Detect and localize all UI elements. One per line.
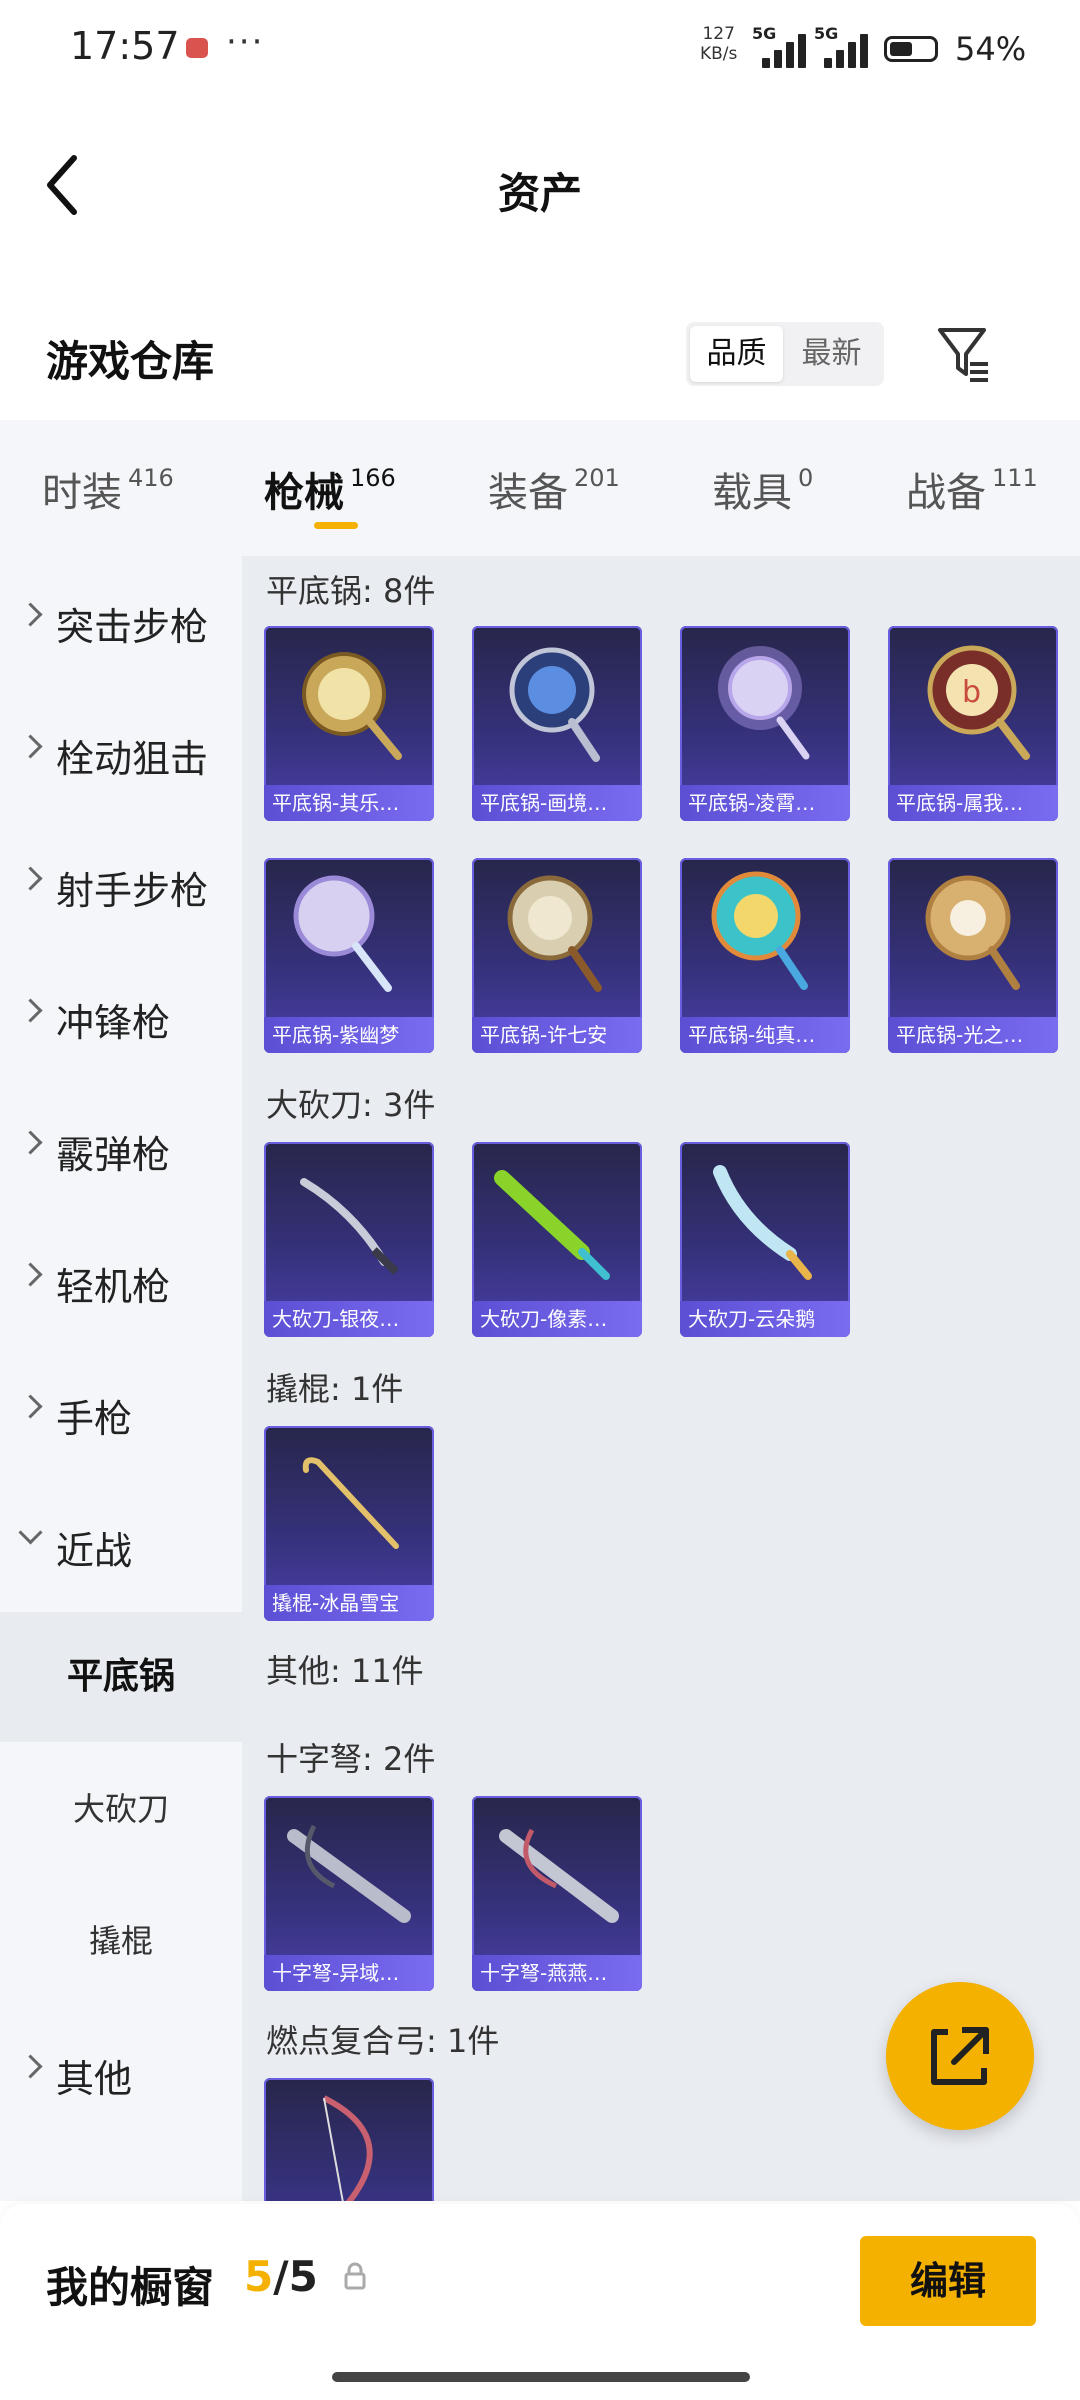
item-card[interactable]: 撬棍-冰晶雪宝 [264,1426,434,1621]
chevron-right-icon [18,734,43,759]
share-button[interactable] [886,1982,1034,2130]
tab-equipment[interactable]: 装备 201 [488,460,620,518]
tab-vehicles[interactable]: 载具 0 [712,460,813,518]
sidebar-item-marksman-rifle[interactable]: 射手步枪 [0,820,242,950]
item-card[interactable]: 平底锅-其乐… [264,626,434,821]
showcase-label: 我的橱窗 [46,2263,215,2312]
status-bar: 17:57 ··· 127 KB/s 5G 5G 54% [0,0,1080,96]
tab-battle-supplies[interactable]: 战备 111 [906,460,1038,518]
item-card[interactable]: 十字弩-异域… [264,1796,434,1991]
chevron-right-icon [18,2054,43,2079]
frying-pan-icon [302,652,402,760]
lock-icon [344,2262,366,2290]
item-card[interactable]: 大砍刀-银夜… [264,1142,434,1337]
item-grid: 平底锅: 8件 平底锅-其乐… 平底锅-画境… 平底锅-凌霄… b 平底锅-属我… [242,556,1080,2201]
battery-icon [884,36,938,62]
svg-text:b: b [962,675,981,710]
chevron-right-icon [18,1394,43,1419]
item-card[interactable]: b 平底锅-属我… [888,626,1058,821]
sidebar-subitem-pan[interactable]: 平底锅 [0,1612,242,1742]
chevron-down-icon [18,1520,43,1545]
crowbar-icon [302,1457,399,1549]
frying-pan-icon [711,871,808,990]
sort-quality-button[interactable]: 品质 [690,326,783,382]
frying-pan-icon [509,647,600,762]
section-header-crowbar: 撬棍: 1件 [266,1370,404,1408]
crossbow-icon [287,1824,411,1923]
compound-bow-icon [322,2095,373,2201]
frying-pan-icon: b [927,645,1030,760]
tab-guns[interactable]: 枪械 166 [264,460,396,518]
warehouse-title: 游戏仓库 [46,337,215,386]
item-card[interactable]: 十字弩-燕燕… [472,1796,642,1991]
item-card[interactable]: 平底锅-光之… [888,858,1058,1053]
chevron-right-icon [18,866,43,891]
more-notifications-icon: ··· [226,22,265,62]
item-card[interactable]: 平底锅-纯真… [680,858,850,1053]
signal-icon: 5G [752,24,812,68]
sort-toggle: 品质 最新 [686,322,884,386]
sidebar-subitem-machete[interactable]: 大砍刀 [0,1744,242,1874]
sidebar-subitem-crowbar[interactable]: 撬棍 [0,1876,242,2006]
sidebar-item-lmg[interactable]: 轻机枪 [0,1216,242,1346]
sidebar-item-bolt-sniper[interactable]: 栓动狙击 [0,688,242,818]
frying-pan-icon [718,646,810,760]
section-header-pan: 平底锅: 8件 [266,572,436,610]
chevron-right-icon [18,602,43,627]
sidebar-item-assault-rifle[interactable]: 突击步枪 [0,556,242,686]
item-card[interactable] [264,2078,434,2201]
crossbow-icon [499,1828,619,1923]
weapon-category-sidebar: 突击步枪 栓动狙击 射手步枪 冲锋枪 霰弹枪 轻机枪 手枪 近战 平底锅 大砍刀… [0,556,242,2201]
frying-pan-icon [293,875,392,992]
active-tab-indicator [314,522,358,529]
sort-newest-button[interactable]: 最新 [785,326,878,382]
tab-fashion[interactable]: 时装 416 [42,460,174,518]
section-header-other: 其他: 11件 [266,1652,424,1690]
network-speed: 127 KB/s [700,24,738,64]
sidebar-item-other[interactable]: 其他 [0,2008,242,2138]
item-card[interactable]: 大砍刀-云朵鹅 [680,1142,850,1337]
item-card[interactable]: 平底锅-许七安 [472,858,642,1053]
filter-icon[interactable] [936,324,992,384]
sidebar-item-shotgun[interactable]: 霰弹枪 [0,1084,242,1214]
signal-icon-2: 5G [814,24,874,68]
section-header-compound-bow: 燃点复合弓: 1件 [266,2022,500,2060]
showcase-count: 5/5 [244,2252,318,2301]
home-indicator[interactable] [332,2372,750,2382]
category-tabs: 时装 416 枪械 166 装备 201 载具 0 战备 111 [0,420,1080,556]
chevron-right-icon [18,1262,43,1287]
status-time: 17:57 [70,24,180,68]
edit-button[interactable]: 编辑 [860,2236,1036,2326]
chevron-right-icon [18,1130,43,1155]
item-card[interactable]: 平底锅-画境… [472,626,642,821]
item-card[interactable]: 大砍刀-像素… [472,1142,642,1337]
battery-percent: 54% [955,30,1027,68]
frying-pan-icon [925,875,1020,990]
sidebar-item-melee[interactable]: 近战 [0,1480,242,1610]
page-title: 资产 [497,169,582,218]
item-card[interactable]: 平底锅-凌霄… [680,626,850,821]
chevron-right-icon [18,998,43,1023]
machete-icon [713,1165,812,1280]
sidebar-item-smg[interactable]: 冲锋枪 [0,952,242,1082]
frying-pan-icon [507,875,602,992]
notification-app-icon [186,38,208,58]
sidebar-item-pistol[interactable]: 手枪 [0,1348,242,1478]
machete-icon [494,1170,610,1280]
section-header-machete: 大砍刀: 3件 [266,1086,436,1124]
machete-icon [300,1178,399,1275]
section-header-crossbow: 十字弩: 2件 [266,1740,436,1778]
item-card[interactable]: 平底锅-紫幽梦 [264,858,434,1053]
